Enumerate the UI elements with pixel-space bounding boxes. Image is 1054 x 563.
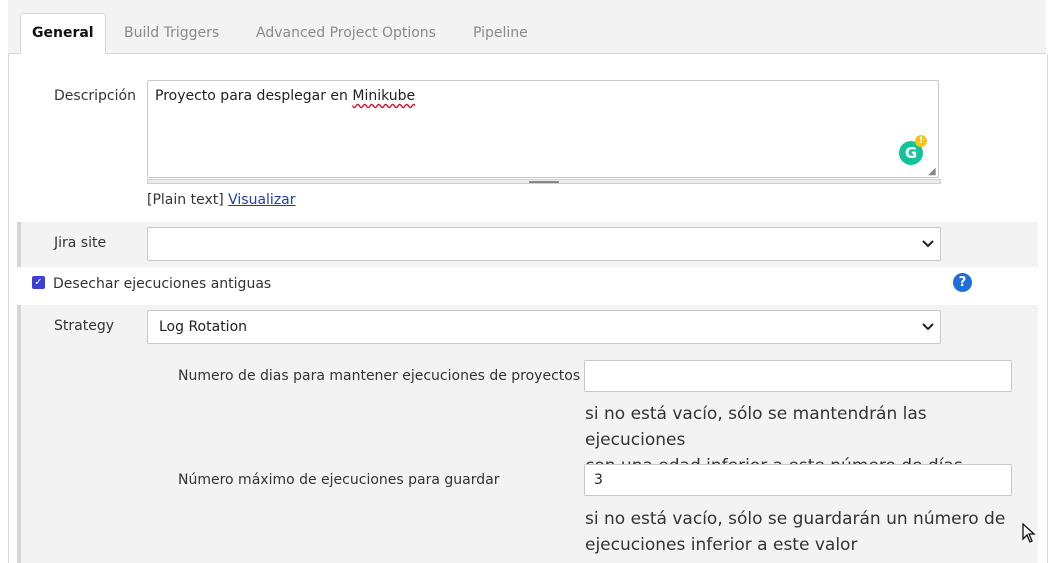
description-text: Proyecto para desplegar en xyxy=(155,88,353,104)
plain-text-label: [Plain text] xyxy=(147,192,224,208)
description-textarea[interactable]: Proyecto para desplegar en Minikube xyxy=(147,80,939,178)
discard-builds-checkbox[interactable]: ✓ xyxy=(32,276,45,289)
days-to-keep-label: Numero de dias para mantener ejecuciones… xyxy=(178,368,581,384)
description-misspelled-word: Minikube xyxy=(352,88,416,104)
num-to-keep-hint-line1: si no está vacío, sólo se guardarán un n… xyxy=(585,509,1006,529)
preview-link[interactable]: Visualizar xyxy=(228,192,295,208)
discard-builds-label: Desechar ejecuciones antiguas xyxy=(53,276,272,292)
mouse-cursor-icon xyxy=(1022,522,1036,548)
format-info: [Plain text] Visualizar xyxy=(147,192,296,208)
description-label: Descripción xyxy=(54,88,136,104)
days-to-keep-input[interactable] xyxy=(584,360,1012,392)
jira-site-label: Jira site xyxy=(54,235,107,251)
strategy-label: Strategy xyxy=(54,318,114,334)
num-to-keep-hint-line2: ejecuciones inferior a este valor xyxy=(585,535,858,555)
chevron-down-icon xyxy=(922,228,934,260)
tab-build-triggers[interactable]: Build Triggers xyxy=(124,14,219,53)
days-to-keep-hint-line1: si no está vacío, sólo se mantendrán las… xyxy=(585,404,927,450)
chevron-down-icon xyxy=(922,311,934,343)
help-icon[interactable]: ? xyxy=(953,273,972,292)
tab-pipeline[interactable]: Pipeline xyxy=(473,14,528,53)
jira-site-select[interactable] xyxy=(147,227,941,261)
num-to-keep-value: 3 xyxy=(594,472,603,488)
tab-advanced-project-options[interactable]: Advanced Project Options xyxy=(256,14,436,53)
tab-general[interactable]: General xyxy=(20,13,106,55)
strategy-select[interactable]: Log Rotation xyxy=(147,310,941,344)
strategy-value: Log Rotation xyxy=(159,319,248,335)
grammarly-alert-icon: ! xyxy=(915,135,927,147)
num-to-keep-label: Número máximo de ejecuciones para guarda… xyxy=(178,472,500,488)
num-to-keep-input[interactable]: 3 xyxy=(584,464,1012,496)
num-to-keep-hint: si no está vacío, sólo se guardarán un n… xyxy=(585,506,1025,558)
resize-corner-icon[interactable]: ◢ xyxy=(928,166,936,177)
tab-bar: General Build Triggers Advanced Project … xyxy=(8,0,1046,55)
textarea-resize-handle[interactable] xyxy=(147,179,941,184)
